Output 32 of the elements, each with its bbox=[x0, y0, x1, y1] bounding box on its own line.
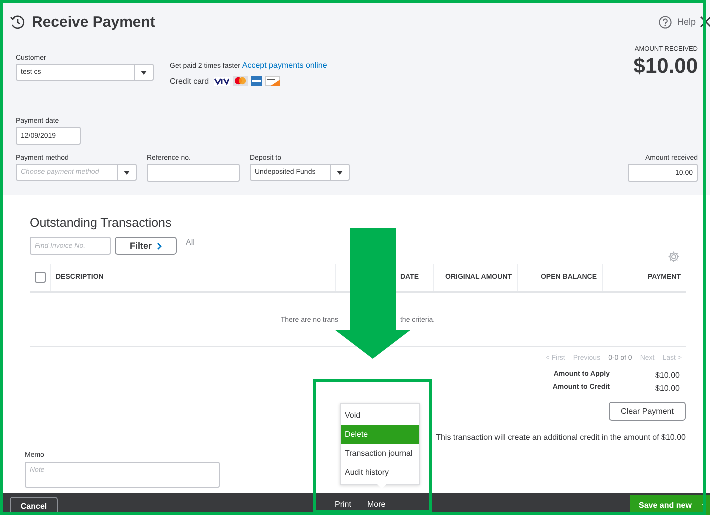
caret-icon bbox=[124, 170, 130, 174]
section-title: Outstanding Transactions bbox=[30, 216, 172, 230]
accept-payments-link[interactable]: Accept payments online bbox=[242, 61, 328, 70]
total-value: $10.00 bbox=[654, 384, 680, 393]
clear-payment-button[interactable]: Clear Payment bbox=[609, 402, 686, 421]
more-button[interactable]: More bbox=[367, 495, 386, 513]
amount-total: $10.00 bbox=[634, 55, 698, 79]
window-title: Receive Payment bbox=[32, 14, 156, 30]
select-all-checkbox[interactable] bbox=[34, 272, 46, 283]
card-icon bbox=[251, 76, 262, 86]
cancel-button[interactable]: Cancel bbox=[10, 497, 58, 515]
caret-icon bbox=[141, 70, 147, 74]
card-icon bbox=[214, 76, 230, 86]
chevron-icon bbox=[157, 242, 162, 250]
card-icon bbox=[233, 76, 248, 86]
menu-item[interactable]: Void bbox=[341, 406, 419, 425]
filter-button[interactable]: Filter bbox=[115, 237, 177, 255]
menu-item[interactable]: Transaction journal bbox=[341, 444, 419, 463]
close-icon[interactable] bbox=[700, 16, 710, 28]
help-icon[interactable] bbox=[659, 16, 672, 28]
total-value: $10.00 bbox=[654, 371, 680, 380]
caret-icon bbox=[337, 170, 343, 174]
reference-field[interactable] bbox=[147, 164, 240, 182]
settings-icon[interactable] bbox=[668, 251, 680, 263]
help-link[interactable]: Help bbox=[677, 17, 696, 27]
card-icon bbox=[265, 76, 280, 86]
filter-value: All bbox=[186, 238, 195, 247]
print-button[interactable]: Print bbox=[335, 495, 352, 513]
credit-note: This transaction will create an additional credit in the amount of $10.00 bbox=[436, 433, 686, 442]
credit-card-label: Credit card bbox=[170, 76, 210, 86]
menu-item[interactable]: Audit history bbox=[341, 463, 419, 482]
history-icon bbox=[10, 14, 26, 30]
